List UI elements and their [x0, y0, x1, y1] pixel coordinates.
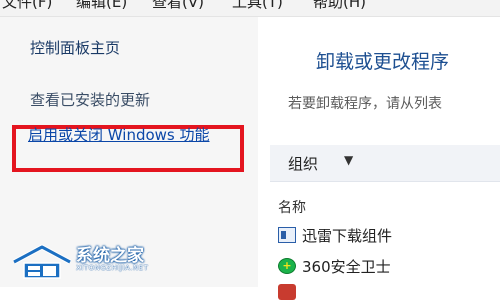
menu-edit[interactable]: 编辑(E): [76, 0, 127, 10]
app-icon: [278, 284, 296, 300]
program-name: 迅雷下载组件: [302, 227, 393, 245]
page-description: 若要卸载程序，请从列表: [288, 96, 442, 112]
house-logo-icon: [12, 244, 72, 279]
windows-features-link[interactable]: 启用或关闭 Windows 功能: [28, 124, 210, 145]
menu-help[interactable]: 帮助(H): [313, 0, 366, 10]
chevron-down-icon[interactable]: ▼: [344, 153, 353, 167]
page-title: 卸载或更改程序: [316, 51, 450, 73]
view-installed-updates-link[interactable]: 查看已安装的更新: [30, 89, 150, 110]
menu-view[interactable]: 查看(V): [152, 0, 204, 10]
menu-bar: 文件(F) 编辑(E) 查看(V) 工具(T) 帮助(H): [0, 0, 500, 17]
main-content: 卸载或更改程序 若要卸载程序，请从列表 组织 ▼ 名称 迅雷下载组件 + 360…: [258, 17, 500, 300]
control-panel-home-link[interactable]: 控制面板主页: [30, 37, 120, 58]
menu-file[interactable]: 文件(F): [2, 0, 52, 10]
360-shield-icon: +: [278, 258, 296, 274]
program-name: 360安全卫士: [302, 258, 391, 276]
organize-button[interactable]: 组织: [288, 153, 318, 174]
name-column-header[interactable]: 名称: [278, 197, 306, 217]
watermark-title: 系统之家: [76, 246, 144, 266]
watermark-subtitle: XITONGZHIJIA.NET: [76, 264, 149, 272]
menu-tools[interactable]: 工具(T): [232, 0, 283, 10]
watermark: 系统之家 XITONGZHIJIA.NET: [12, 238, 202, 287]
xunlei-icon: [278, 227, 296, 243]
toolbar: 组织 ▼: [270, 145, 500, 182]
